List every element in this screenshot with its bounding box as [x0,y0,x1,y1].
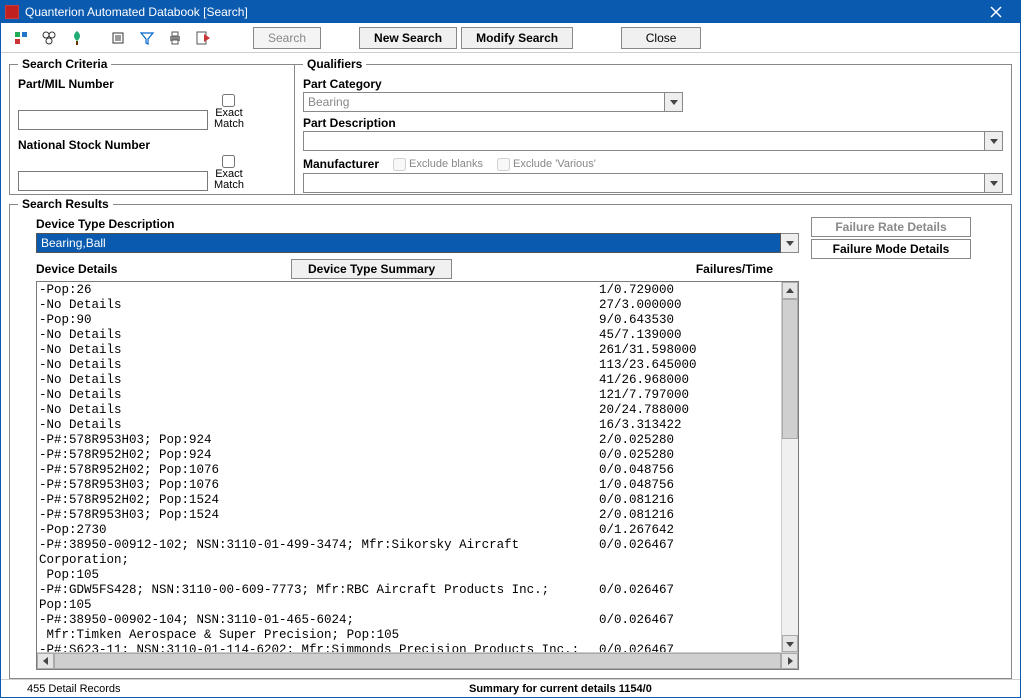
list-item[interactable]: -No Details45/7.139000 [39,328,779,343]
horizontal-scrollbar[interactable] [37,652,798,669]
device-details-list[interactable]: -Pop:261/0.729000-No Details27/3.000000-… [36,281,799,670]
list-item[interactable]: -P#:578R953H03; Pop:10761/0.048756 [39,478,779,493]
list-item[interactable]: -Pop:27300/1.267642 [39,523,779,538]
scroll-down-icon[interactable] [782,635,798,652]
part-category-value: Bearing [303,92,665,112]
new-search-button[interactable]: New Search [359,27,457,49]
exclude-various-checkbox[interactable]: Exclude 'Various' [497,158,596,171]
toolbar-icon-3[interactable] [65,26,89,50]
toolbar-icon-4[interactable] [107,26,131,50]
modify-search-button[interactable]: Modify Search [461,27,573,49]
list-item[interactable]: -P#:578R952H02; Pop:10760/0.048756 [39,463,779,478]
toolbar-icon-2[interactable] [37,26,61,50]
part-number-input[interactable] [18,110,208,130]
part-description-label: Part Description [303,116,1003,130]
part-description-dropdown[interactable] [303,131,1003,151]
hscroll-thumb[interactable] [54,653,781,669]
exclude-blanks-checkbox[interactable]: Exclude blanks [393,158,483,171]
part-number-label: Part/MIL Number [18,77,286,91]
list-item[interactable]: -P#:578R953H03; Pop:9242/0.025280 [39,433,779,448]
failures-time-label: Failures/Time [696,262,773,276]
search-results-legend: Search Results [18,197,113,211]
list-item[interactable]: -Pop:909/0.643530 [39,313,779,328]
search-criteria-legend: Search Criteria [18,57,111,71]
chevron-down-icon[interactable] [781,233,799,253]
list-item[interactable]: -No Details261/31.598000 [39,343,779,358]
list-item[interactable]: -P#:578R953H03; Pop:15242/0.081216 [39,508,779,523]
device-type-value: Bearing,Ball [36,233,781,253]
device-type-dropdown[interactable]: Bearing,Ball [36,233,799,253]
vertical-scrollbar[interactable] [781,282,798,652]
list-item[interactable]: -P#:S623-11; NSN:3110-01-114-6202; Mfr:S… [39,643,779,652]
toolbar-icon-1[interactable] [9,26,33,50]
export-icon[interactable] [191,26,215,50]
list-item[interactable]: -No Details113/23.645000 [39,358,779,373]
failure-mode-details-button[interactable]: Failure Mode Details [811,239,971,259]
manufacturer-dropdown[interactable] [303,173,1003,193]
device-type-summary-button[interactable]: Device Type Summary [291,259,452,279]
scroll-right-icon[interactable] [781,653,798,669]
window-close-button[interactable] [976,2,1016,22]
failure-rate-details-button[interactable]: Failure Rate Details [811,217,971,237]
status-records: 455 Detail Records [9,683,469,695]
part-category-dropdown[interactable]: Bearing [303,92,683,112]
manufacturer-label: Manufacturer [303,157,379,171]
nsn-exact-match-checkbox[interactable] [222,155,235,168]
chevron-down-icon[interactable] [985,173,1003,193]
search-button[interactable]: Search [253,27,321,49]
status-bar: 455 Detail Records Summary for current d… [1,679,1020,697]
list-item[interactable]: -Pop:261/0.729000 [39,283,779,298]
search-criteria-group: Search Criteria Part/MIL Number Exact Ma… [9,57,294,195]
app-icon [5,5,19,19]
nsn-label: National Stock Number [18,138,286,152]
qualifiers-group: Qualifiers Part Category Bearing Part De… [294,57,1012,195]
scroll-left-icon[interactable] [37,653,54,669]
part-description-value [303,131,985,151]
list-item[interactable]: -No Details27/3.000000 [39,298,779,313]
nsn-input[interactable] [18,171,208,191]
list-item[interactable]: -P#:578R952H02; Pop:15240/0.081216 [39,493,779,508]
chevron-down-icon[interactable] [665,92,683,112]
manufacturer-value [303,173,985,193]
print-icon[interactable] [163,26,187,50]
close-button[interactable]: Close [621,27,701,49]
filter-icon[interactable] [135,26,159,50]
match-label: Match [214,119,244,130]
list-item[interactable]: -No Details16/3.313422 [39,418,779,433]
list-item[interactable]: -No Details121/7.797000 [39,388,779,403]
list-item[interactable]: -P#:GDW5FS428; NSN:3110-00-609-7773; Mfr… [39,583,779,613]
part-category-label: Part Category [303,77,1003,91]
list-item[interactable]: -P#:38950-00912-102; NSN:3110-01-499-347… [39,538,779,583]
toolbar: Search New Search Modify Search Close [1,23,1020,53]
list-item[interactable]: -No Details20/24.788000 [39,403,779,418]
qualifiers-legend: Qualifiers [303,57,366,71]
search-results-group: Search Results Device Type Description B… [9,197,1012,679]
status-summary: Summary for current details 1154/0 [469,683,652,695]
window-title: Quanterion Automated Databook [Search] [25,5,976,19]
match-label-2: Match [214,180,244,191]
scroll-thumb[interactable] [782,299,798,439]
list-item[interactable]: -P#:578R952H02; Pop:9240/0.025280 [39,448,779,463]
chevron-down-icon[interactable] [985,131,1003,151]
list-item[interactable]: -No Details41/26.968000 [39,373,779,388]
scroll-up-icon[interactable] [782,282,798,299]
device-type-label: Device Type Description [36,217,799,231]
part-exact-match-checkbox[interactable] [222,94,235,107]
list-item[interactable]: -P#:38950-00902-104; NSN:3110-01-465-602… [39,613,779,643]
device-details-label: Device Details [36,262,291,276]
